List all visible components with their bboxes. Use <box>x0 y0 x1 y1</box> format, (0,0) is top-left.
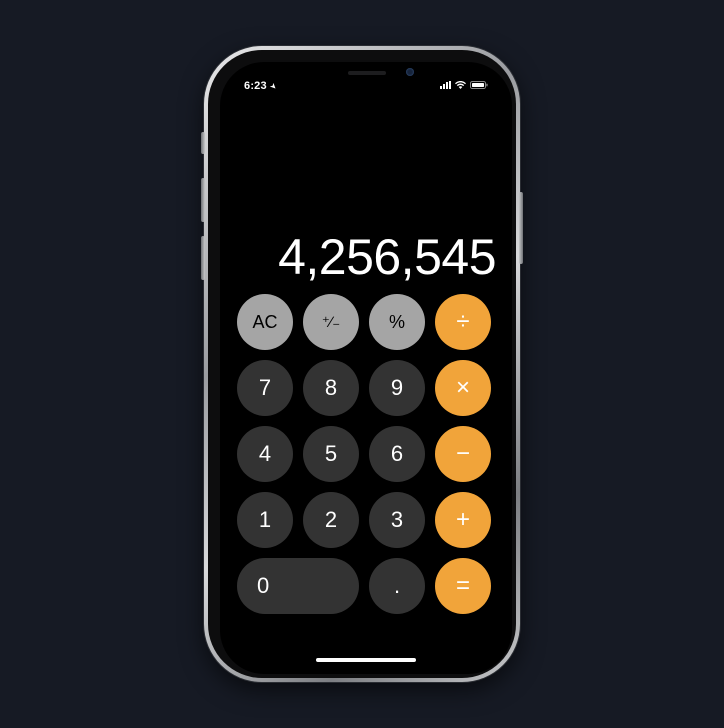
wifi-icon <box>455 81 466 89</box>
digit-8-button[interactable]: 8 <box>303 360 359 416</box>
equals-button[interactable]: = <box>435 558 491 614</box>
multiply-button[interactable]: × <box>435 360 491 416</box>
phone-frame: 6:23➤ 4,256,545 AC ⁺∕₋ % ÷ 7 8 9 × 4 5 6… <box>201 46 523 682</box>
front-camera <box>406 68 414 76</box>
digit-0-button[interactable]: 0 <box>237 558 359 614</box>
digit-3-button[interactable]: 3 <box>369 492 425 548</box>
calculator-screen: 6:23➤ 4,256,545 AC ⁺∕₋ % ÷ 7 8 9 × 4 5 6… <box>220 62 512 674</box>
decimal-button[interactable]: . <box>369 558 425 614</box>
side-button <box>519 192 523 264</box>
location-arrow-icon: ➤ <box>267 80 279 93</box>
digit-9-button[interactable]: 9 <box>369 360 425 416</box>
digit-5-button[interactable]: 5 <box>303 426 359 482</box>
digit-7-button[interactable]: 7 <box>237 360 293 416</box>
minus-button[interactable]: − <box>435 426 491 482</box>
plus-button[interactable]: + <box>435 492 491 548</box>
phone-bezel: 6:23➤ 4,256,545 AC ⁺∕₋ % ÷ 7 8 9 × 4 5 6… <box>208 50 516 678</box>
stage: 6:23➤ 4,256,545 AC ⁺∕₋ % ÷ 7 8 9 × 4 5 6… <box>0 0 724 728</box>
plus-minus-button[interactable]: ⁺∕₋ <box>303 294 359 350</box>
digit-6-button[interactable]: 6 <box>369 426 425 482</box>
divide-button[interactable]: ÷ <box>435 294 491 350</box>
volume-up-button <box>201 178 205 222</box>
status-time: 6:23➤ <box>244 80 279 93</box>
battery-icon <box>470 81 488 89</box>
volume-down-button <box>201 236 205 280</box>
earpiece-speaker <box>348 71 386 75</box>
clear-button[interactable]: AC <box>237 294 293 350</box>
notch <box>282 62 450 88</box>
status-time-text: 6:23 <box>244 80 267 92</box>
status-indicators <box>440 81 488 89</box>
result-display: 4,256,545 <box>278 229 496 285</box>
digit-1-button[interactable]: 1 <box>237 492 293 548</box>
cellular-signal-icon <box>440 81 451 89</box>
mute-switch <box>201 132 205 154</box>
percent-button[interactable]: % <box>369 294 425 350</box>
digit-4-button[interactable]: 4 <box>237 426 293 482</box>
home-indicator[interactable] <box>316 658 416 662</box>
digit-2-button[interactable]: 2 <box>303 492 359 548</box>
